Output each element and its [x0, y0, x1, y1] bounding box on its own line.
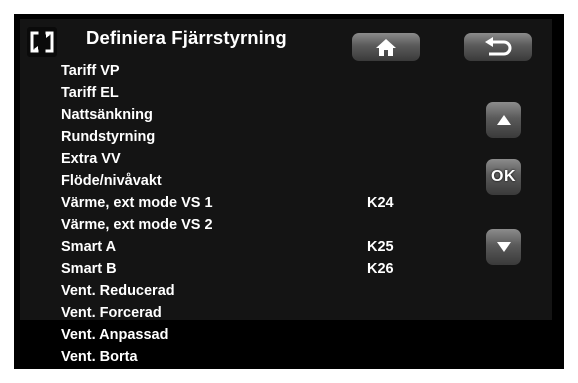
- list-item-label: Tariff VP: [61, 63, 120, 79]
- list-item-label: Vent. Borta: [61, 349, 138, 365]
- ok-button-label: OK: [491, 168, 516, 185]
- list-item[interactable]: Tariff VP: [61, 60, 421, 82]
- list-item-value: K24: [367, 195, 394, 211]
- remote-control-list: Tariff VP Tariff EL Nattsänkning Rundsty…: [61, 60, 421, 368]
- return-button[interactable]: [464, 33, 532, 61]
- ok-button[interactable]: OK: [486, 159, 521, 195]
- list-item[interactable]: Rundstyrning: [61, 126, 421, 148]
- list-item[interactable]: Värme, ext mode VS 1 K24: [61, 192, 421, 214]
- list-item-label: Vent. Anpassad: [61, 327, 169, 343]
- list-item-label: Vent. Reducerad: [61, 283, 175, 299]
- list-item-label: Nattsänkning: [61, 107, 153, 123]
- list-item[interactable]: Nattsänkning: [61, 104, 421, 126]
- list-item[interactable]: Flöde/nivåvakt: [61, 170, 421, 192]
- home-button[interactable]: [352, 33, 420, 61]
- list-item[interactable]: Vent. Borta: [61, 346, 421, 368]
- down-arrow-icon: [496, 242, 511, 252]
- list-item[interactable]: Vent. Anpassad: [61, 324, 421, 346]
- list-item[interactable]: Tariff EL: [61, 82, 421, 104]
- list-item-label: Värme, ext mode VS 1: [61, 195, 213, 211]
- list-item-label: Extra VV: [61, 151, 121, 167]
- list-item[interactable]: Värme, ext mode VS 2: [61, 214, 421, 236]
- list-item-label: Rundstyrning: [61, 129, 156, 145]
- list-item-label: Tariff EL: [61, 85, 119, 101]
- page-title: Definiera Fjärrstyrning: [86, 27, 287, 48]
- list-item[interactable]: Smart B K26: [61, 258, 421, 280]
- list-item[interactable]: Vent. Reducerad: [61, 280, 421, 302]
- list-item[interactable]: Vent. Forcerad: [61, 302, 421, 324]
- device-screen: Definiera Fjärrstyrning OK Tariff VP Tar…: [14, 14, 564, 369]
- list-item-value: K26: [367, 261, 394, 277]
- list-item-label: Vent. Forcerad: [61, 305, 162, 321]
- list-item-value: K25: [367, 239, 394, 255]
- scroll-up-button[interactable]: [486, 102, 521, 138]
- home-icon: [376, 39, 396, 56]
- list-item-label: Smart B: [61, 261, 117, 277]
- list-item[interactable]: Extra VV: [61, 148, 421, 170]
- list-item[interactable]: Smart A K25: [61, 236, 421, 258]
- list-item-label: Flöde/nivåvakt: [61, 173, 162, 189]
- up-arrow-icon: [496, 115, 511, 125]
- back-navigation-icon[interactable]: [27, 27, 57, 57]
- scroll-down-button[interactable]: [486, 229, 521, 265]
- list-item-label: Smart A: [61, 239, 117, 255]
- return-arrow-icon: [485, 37, 512, 56]
- list-item-label: Värme, ext mode VS 2: [61, 217, 213, 233]
